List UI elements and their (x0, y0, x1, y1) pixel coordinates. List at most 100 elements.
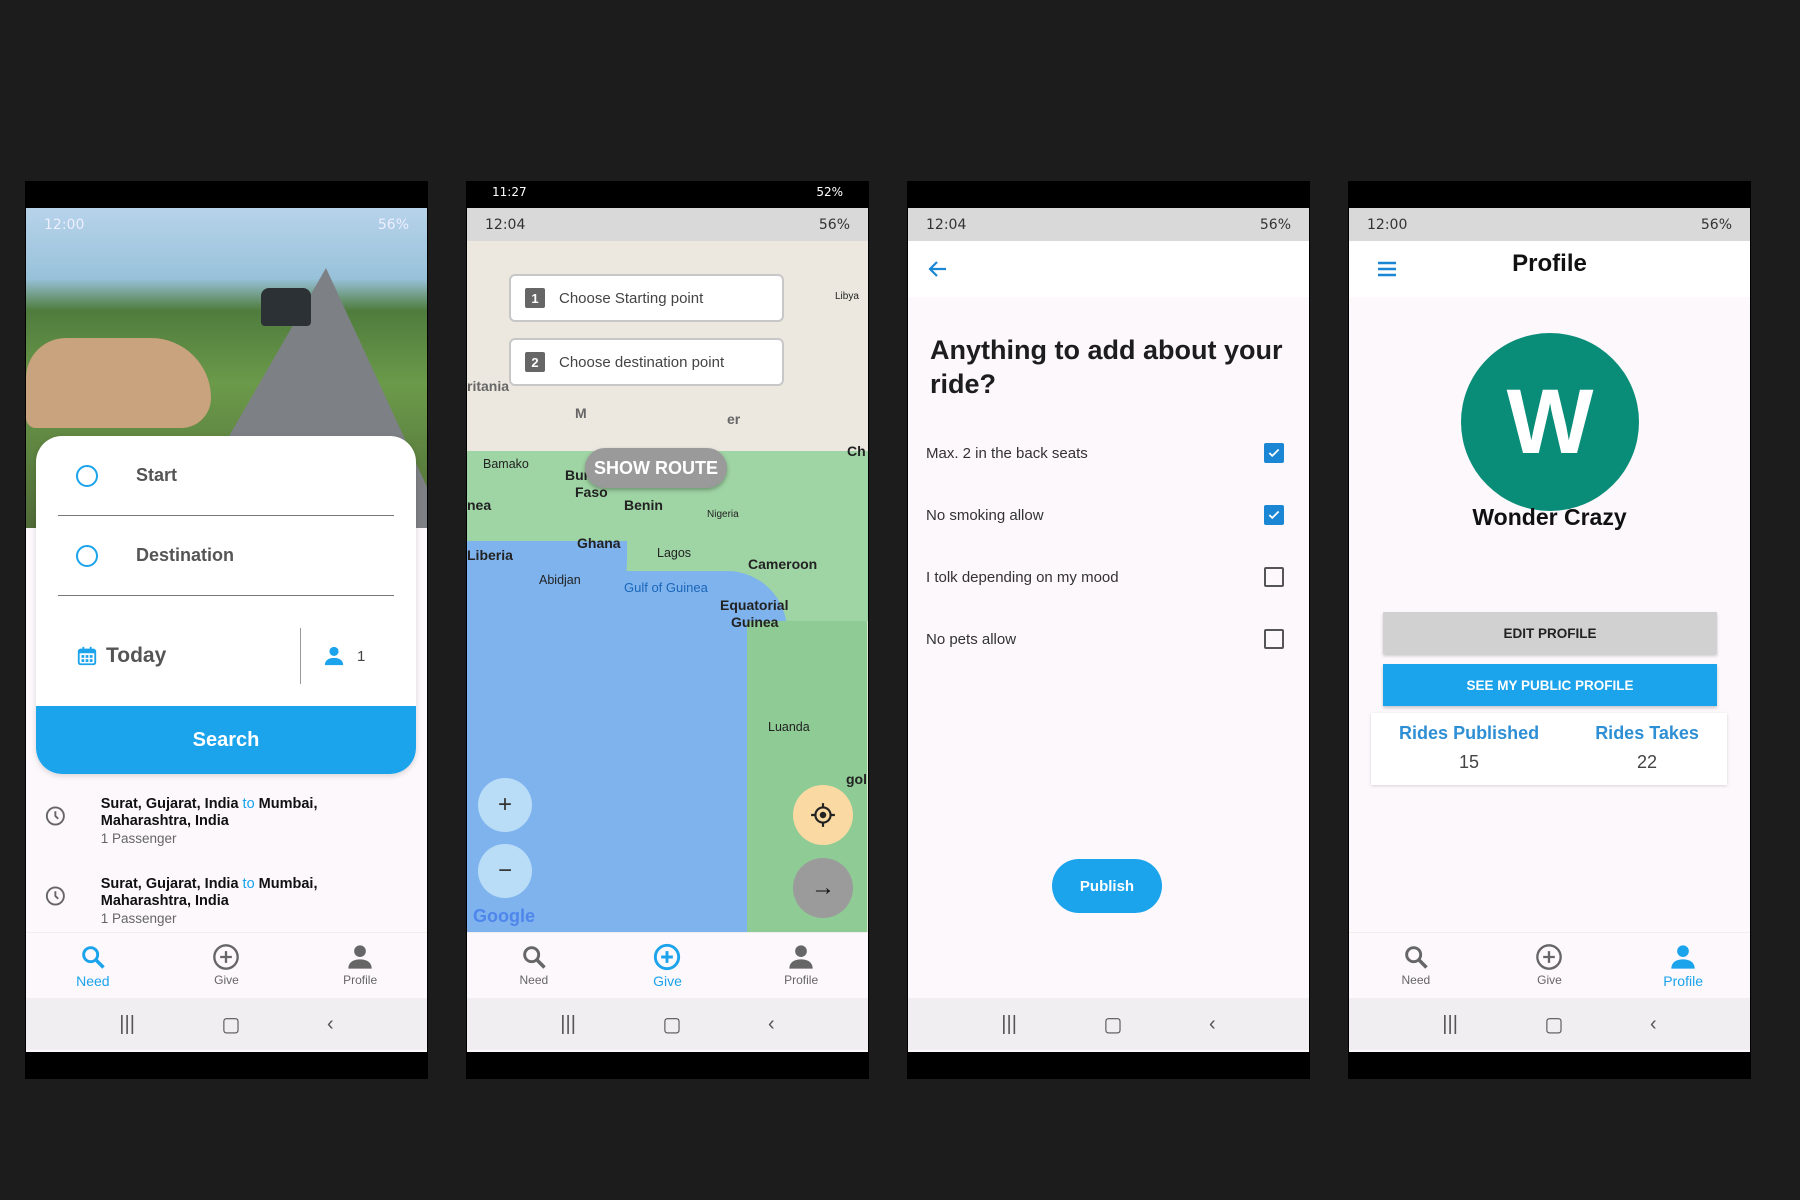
profile-name: Wonder Crazy (1472, 504, 1627, 530)
destination-circle-icon (76, 544, 98, 567)
system-nav: ||| ▢ ‹ (26, 998, 427, 1050)
checkbox-checked-icon[interactable] (1264, 443, 1284, 463)
nav-need-label: Need (519, 973, 549, 987)
status-time: 12:04 (926, 216, 967, 233)
passenger-count: 1 (357, 647, 366, 665)
destination-label: Destination (136, 545, 235, 565)
recent-search-item[interactable]: Surat, Gujarat, India to Mumbai, Maharas… (44, 796, 384, 848)
start-circle-icon (76, 464, 98, 487)
recents-icon[interactable]: ||| (1001, 1013, 1017, 1036)
recent-from: Surat, Gujarat, India (100, 876, 239, 892)
destination-point-field[interactable]: 2 Choose destination point (509, 338, 784, 386)
search-icon (523, 946, 546, 969)
need-screen: 12:00 56% Start Destination Today 1 Sear… (26, 208, 427, 1052)
status-bar: 12:00 56% (26, 208, 427, 241)
back-icon[interactable]: ‹ (1209, 1013, 1216, 1036)
person-icon (1671, 945, 1695, 969)
map-label-guinea: nea (467, 497, 492, 513)
map-label-mauritania: ritania (467, 378, 510, 394)
nav-profile[interactable]: Profile (310, 933, 410, 998)
public-profile-button[interactable]: SEE MY PUBLIC PROFILE (1383, 664, 1717, 706)
option-row[interactable]: Max. 2 in the back seats (926, 438, 1284, 468)
battery-text: 56% (818, 216, 850, 233)
date-picker[interactable]: Today (36, 628, 301, 684)
status-time: 12:00 (1367, 216, 1408, 233)
publish-button[interactable]: Publish (1052, 859, 1162, 913)
zoom-out-button[interactable]: − (478, 844, 532, 898)
destination-field[interactable]: Destination (58, 516, 394, 596)
profile-screen: 12:00 56% Profile W Wonder Crazy EDIT PR… (1349, 208, 1750, 1052)
map-label-angola: gol (846, 771, 867, 787)
home-icon[interactable]: ▢ (1104, 1012, 1123, 1037)
recent-from: Surat, Gujarat, India (100, 796, 239, 812)
starting-point-field[interactable]: 1 Choose Starting point (509, 274, 784, 322)
back-icon[interactable]: ‹ (768, 1013, 775, 1036)
recent-passengers: 1 Passenger (100, 831, 177, 846)
map-label-nigeria: Nigeria (707, 509, 739, 520)
map-label-abidjan: Abidjan (539, 573, 581, 587)
back-icon[interactable]: ‹ (1650, 1013, 1657, 1036)
back-arrow-icon[interactable] (926, 257, 950, 281)
home-icon[interactable]: ▢ (222, 1012, 241, 1037)
recents-icon[interactable]: ||| (560, 1013, 576, 1036)
starting-point-label: Choose Starting point (559, 289, 704, 307)
recents-icon[interactable]: ||| (119, 1013, 135, 1036)
option-label: I tolk depending on my mood (926, 568, 1119, 586)
recents-icon[interactable]: ||| (1442, 1013, 1458, 1036)
edit-profile-button[interactable]: EDIT PROFILE (1383, 612, 1717, 654)
phone-profile-screen: 12:00 56% Profile W Wonder Crazy EDIT PR… (1348, 181, 1751, 1079)
avatar: W (1461, 333, 1639, 511)
checkbox-unchecked-icon[interactable] (1264, 629, 1284, 649)
home-icon[interactable]: ▢ (663, 1012, 682, 1037)
option-row[interactable]: I tolk depending on my mood (926, 562, 1284, 592)
nav-give[interactable]: Give (176, 933, 276, 998)
checkbox-checked-icon[interactable] (1264, 505, 1284, 525)
search-card: Start Destination Today 1 Search (36, 436, 416, 774)
nav-profile[interactable]: Profile (1633, 933, 1733, 998)
date-label: Today (106, 644, 167, 667)
map-label-bamako: Bamako (483, 457, 529, 471)
passenger-selector[interactable]: 1 (301, 645, 365, 667)
status-time: 12:00 (44, 216, 85, 233)
home-icon[interactable]: ▢ (1545, 1012, 1564, 1037)
page-title: Profile (1512, 250, 1587, 277)
rides-takes-stat: Rides Takes 22 (1595, 713, 1699, 785)
nav-need[interactable]: Need (43, 933, 143, 998)
person-icon (324, 646, 344, 666)
app-bar (908, 241, 1309, 297)
recent-search-text: Surat, Gujarat, India to Mumbai, Maharas… (101, 876, 384, 928)
map-label-mali: M (575, 405, 587, 421)
nav-give[interactable]: Give (617, 933, 717, 998)
back-icon[interactable]: ‹ (327, 1013, 334, 1036)
system-nav: ||| ▢ ‹ (1349, 998, 1750, 1050)
show-route-button[interactable]: SHOW ROUTE (585, 448, 727, 488)
option-row[interactable]: No smoking allow (926, 500, 1284, 530)
map-label-niger: er (727, 411, 741, 427)
zoom-in-button[interactable]: + (478, 778, 532, 832)
nav-profile[interactable]: Profile (751, 933, 851, 998)
system-nav: ||| ▢ ‹ (908, 998, 1309, 1050)
nav-need[interactable]: Need (1366, 933, 1466, 998)
plus-icon: + (497, 791, 512, 818)
checkbox-unchecked-icon[interactable] (1264, 567, 1284, 587)
status-bar: 12:00 56% (1349, 208, 1750, 241)
option-row[interactable]: No pets allow (926, 624, 1284, 654)
bottom-nav: Need Give Profile (1349, 932, 1750, 998)
nav-give[interactable]: Give (1499, 933, 1599, 998)
map-label-equatorial: Equatorial (720, 597, 789, 613)
rides-takes-label: Rides Takes (1595, 723, 1699, 743)
next-button[interactable]: → (793, 858, 853, 918)
start-field[interactable]: Start (58, 436, 394, 516)
page-title: Anything to add about your ride? (930, 335, 1283, 399)
map-label-libya: Libya (835, 291, 859, 302)
recent-search-item[interactable]: Surat, Gujarat, India to Mumbai, Maharas… (44, 876, 384, 928)
add-circle-icon (654, 943, 681, 971)
phone-give-screen: 11:27 52% 12:04 56% Libya ritania M er C… (466, 181, 869, 1079)
nav-need[interactable]: Need (484, 933, 584, 998)
search-button[interactable]: Search (36, 706, 416, 774)
battery-text: 56% (1259, 216, 1291, 233)
phone-need-screen: 12:00 56% Start Destination Today 1 Sear… (25, 181, 428, 1079)
my-location-button[interactable] (793, 785, 853, 845)
map-view[interactable]: Libya ritania M er Ch Bamako Burkina Fas… (467, 241, 868, 932)
give-screen: 12:04 56% Libya ritania M er Ch Bamako B… (467, 208, 868, 1052)
